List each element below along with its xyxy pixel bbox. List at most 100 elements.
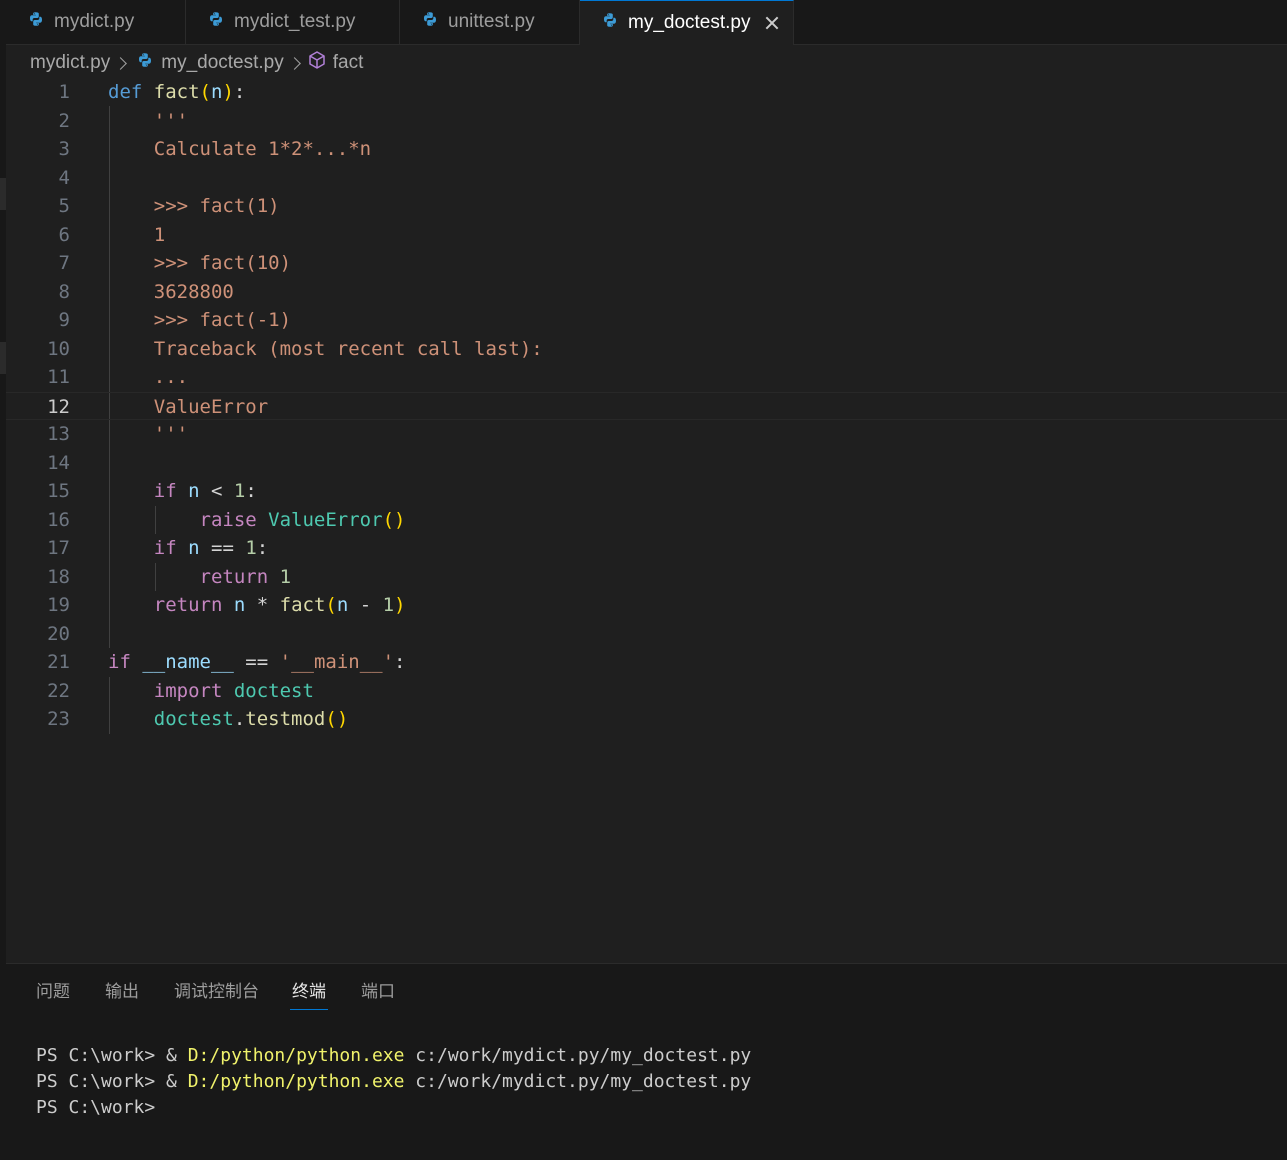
code-token: >>> fact(1) — [153, 195, 280, 217]
code-token: ) — [394, 594, 406, 616]
code-line[interactable]: 22 import doctest — [6, 677, 1287, 706]
code-text: ... — [108, 363, 188, 392]
code-token: ... — [153, 366, 189, 388]
line-number: 11 — [47, 366, 70, 388]
terminal-prompt: PS C:\work> & — [36, 1045, 188, 1066]
terminal-line: PS C:\work> & D:/python/python.exe c:/wo… — [36, 1069, 751, 1095]
line-number: 8 — [58, 280, 70, 303]
line-number: 2 — [58, 109, 70, 132]
code-token: return — [153, 594, 223, 616]
code-line[interactable]: 9 >>> fact(-1) — [6, 306, 1287, 335]
code-token: fact — [153, 81, 200, 103]
code-line[interactable]: 2 ''' — [6, 107, 1287, 136]
chevron-right-icon — [114, 56, 128, 70]
code-text: def fact(n): — [108, 78, 245, 107]
terminal-prompt: PS C:\work> & — [36, 1071, 188, 1092]
code-line[interactable]: 21 if __name__ == '__main__': — [6, 648, 1287, 677]
breadcrumb-symbol[interactable]: fact — [333, 52, 364, 74]
code-line[interactable]: 18 return 1 — [6, 563, 1287, 592]
symbol-method-icon — [307, 50, 327, 76]
tab-my-doctest[interactable]: my_doctest.py — [580, 0, 794, 45]
line-number: 20 — [47, 622, 70, 645]
line-number: 22 — [47, 679, 70, 702]
terminal-args: c:/work/mydict.py/my_doctest.py — [404, 1071, 752, 1092]
code-line[interactable]: 7 >>> fact(10) — [6, 249, 1287, 278]
line-number: 23 — [47, 708, 70, 730]
code-token: raise — [199, 508, 257, 531]
python-file-icon — [28, 11, 44, 33]
vscode-window: mydict.py mydict_test.py unittest.py my_… — [0, 0, 1287, 1160]
code-text: 3628800 — [108, 278, 234, 307]
terminal-prompt: PS C:\work> — [36, 1097, 156, 1118]
tab-terminal[interactable]: 终端 — [290, 980, 328, 1010]
code-token: 3628800 — [153, 280, 234, 303]
code-text: >>> fact(-1) — [108, 306, 291, 335]
tab-ports[interactable]: 端口 — [361, 980, 395, 1008]
line-number: 16 — [47, 508, 70, 531]
terminal-line[interactable]: PS C:\work> — [36, 1095, 155, 1121]
code-line[interactable]: 6 1 — [6, 221, 1287, 250]
close-icon[interactable] — [763, 14, 781, 32]
code-line[interactable]: 15 if n < 1: — [6, 477, 1287, 506]
code-token: == — [233, 651, 280, 673]
tab-output[interactable]: 输出 — [105, 980, 139, 1008]
terminal-line: PS C:\work> & D:/python/python.exe c:/wo… — [36, 1043, 751, 1069]
tab-mydict[interactable]: mydict.py — [6, 0, 186, 44]
line-number: 12 — [47, 395, 70, 418]
terminal-exe: D:/python/python.exe — [187, 1045, 405, 1066]
code-token: ''' — [153, 109, 189, 132]
tab-label: mydict.py — [54, 11, 135, 32]
terminal-exe: D:/python/python.exe — [187, 1071, 405, 1092]
code-line[interactable]: 19 return n * fact(n - 1) — [6, 591, 1287, 620]
tab-debug-console[interactable]: 调试控制台 — [174, 980, 259, 1008]
line-number: 18 — [47, 565, 70, 588]
code-line[interactable]: 4 — [6, 164, 1287, 193]
code-token: ValueError — [153, 395, 269, 418]
code-line[interactable]: 5 >>> fact(1) — [6, 192, 1287, 221]
code-line[interactable]: 14 — [6, 449, 1287, 478]
tab-mydict-test[interactable]: mydict_test.py — [186, 0, 400, 44]
code-line[interactable]: 8 3628800 — [6, 278, 1287, 307]
tab-problems[interactable]: 问题 — [36, 980, 70, 1008]
code-token: - — [348, 594, 383, 616]
breadcrumb-folder[interactable]: mydict.py — [30, 52, 110, 74]
code-line[interactable]: 16 raise ValueError() — [6, 506, 1287, 535]
code-line[interactable]: 20 — [6, 620, 1287, 649]
code-text: if __name__ == '__main__': — [108, 648, 405, 677]
tab-unittest[interactable]: unittest.py — [400, 0, 580, 44]
code-line[interactable]: 12 ValueError — [6, 391, 1287, 420]
code-token: 1 — [153, 223, 166, 246]
code-token: '__main__' — [279, 651, 395, 673]
code-line[interactable]: 1 def fact(n): — [6, 78, 1287, 107]
code-line[interactable]: 23 doctest.testmod() — [6, 705, 1287, 734]
tab-label: my_doctest.py — [628, 12, 751, 33]
code-line[interactable]: 10 Traceback (most recent call last): — [6, 335, 1287, 364]
code-token: doctest — [153, 708, 234, 730]
code-token: return — [199, 565, 269, 588]
code-line[interactable]: 13 ''' — [6, 420, 1287, 449]
breadcrumb-file[interactable]: my_doctest.py — [161, 52, 284, 74]
code-line[interactable]: 17 if n == 1: — [6, 534, 1287, 563]
code-line[interactable]: 11 ... — [6, 363, 1287, 392]
code-token: if — [153, 480, 177, 502]
line-number: 17 — [47, 537, 70, 559]
code-text: Traceback (most recent call last): — [108, 335, 543, 364]
line-number: 3 — [58, 138, 70, 160]
code-token: ( — [325, 594, 337, 616]
code-token: def — [108, 81, 143, 103]
chevron-right-icon — [287, 56, 301, 70]
line-number: 9 — [58, 309, 70, 331]
code-token: < — [199, 480, 234, 502]
code-editor[interactable]: 1 def fact(n): 2 ''' 3 Calculate 1*2*...*n 4… — [6, 78, 1287, 962]
code-line[interactable]: 3 Calculate 1*2*...*n — [6, 135, 1287, 164]
